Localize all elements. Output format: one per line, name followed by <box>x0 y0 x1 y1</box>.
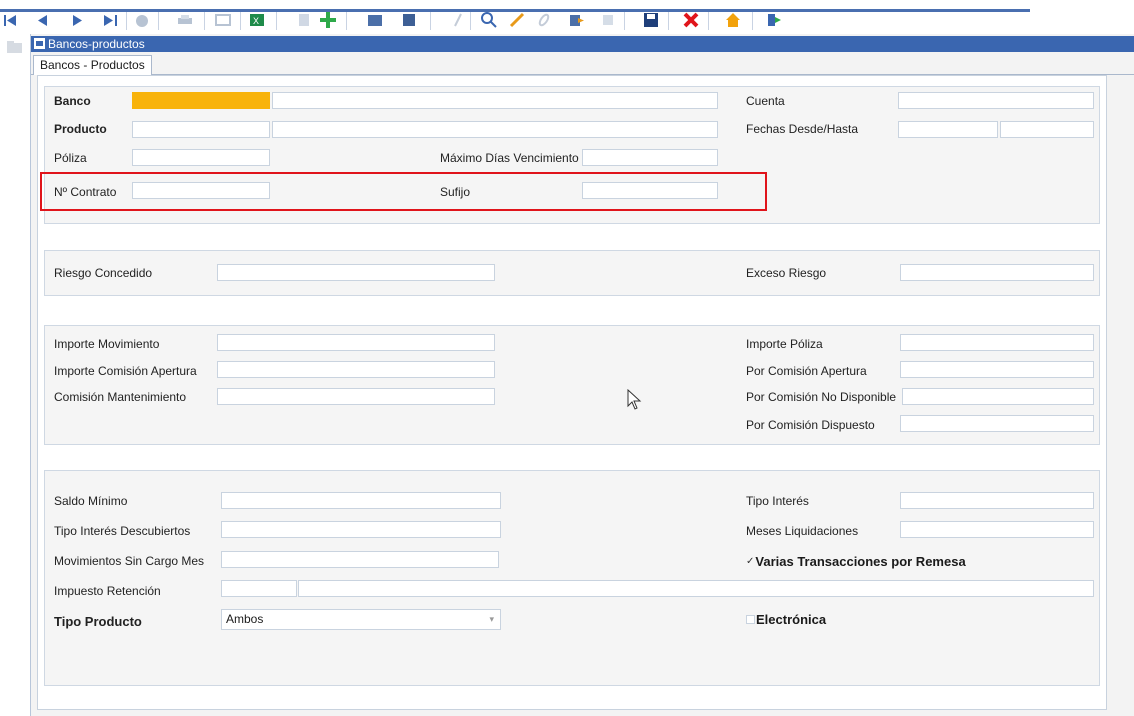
tipo-producto-value: Ambos <box>226 612 264 626</box>
tipo-interes-descubiertos-input[interactable] <box>221 521 501 538</box>
meses-liquidaciones-label: Meses Liquidaciones <box>746 524 859 538</box>
first-record-icon[interactable] <box>2 10 18 30</box>
tipo-interes-descubiertos-label: Tipo Interés Descubiertos <box>54 524 191 538</box>
tab-bancos-productos[interactable]: Bancos - Productos <box>33 55 152 75</box>
fecha-hasta-input[interactable] <box>1000 121 1094 138</box>
exit-icon[interactable] <box>766 10 782 30</box>
chevron-down-icon[interactable]: ▾ <box>489 610 494 629</box>
poliza-input[interactable] <box>132 149 270 166</box>
varias-transacciones-checkbox[interactable]: ✓ Varias Transacciones por Remesa <box>746 554 966 569</box>
por-comision-no-disponible-label: Por Comisión No Disponible <box>746 390 897 404</box>
checkbox-box-icon <box>746 615 755 624</box>
edit-icon[interactable] <box>508 10 526 30</box>
last-record-icon[interactable] <box>102 10 120 30</box>
maximo-dias-input[interactable] <box>582 149 718 166</box>
impuesto-retencion-name-input[interactable] <box>298 580 1094 597</box>
check-icon: ✓ <box>746 556 755 567</box>
save-icon[interactable] <box>642 10 660 30</box>
preview-icon[interactable] <box>214 10 232 30</box>
tipo-producto-select[interactable]: Ambos ▾ <box>221 609 501 630</box>
add-icon[interactable] <box>318 10 338 30</box>
electronica-checkbox[interactable]: Electrónica <box>746 612 826 627</box>
riesgo-concedido-input[interactable] <box>217 264 495 281</box>
saldo-minimo-label: Saldo Mínimo <box>54 494 128 508</box>
importe-poliza-label: Importe Póliza <box>746 337 823 351</box>
importe-poliza-input[interactable] <box>900 334 1094 351</box>
importe-movimiento-input[interactable] <box>217 334 495 351</box>
copy-icon[interactable] <box>296 10 312 30</box>
poliza-label: Póliza <box>54 151 87 165</box>
folder-icon[interactable] <box>6 40 24 54</box>
excel-icon[interactable]: X <box>248 10 266 30</box>
producto-code-input[interactable] <box>132 121 270 138</box>
meses-liquidaciones-input[interactable] <box>900 521 1094 538</box>
tipo-interes-input[interactable] <box>900 492 1094 509</box>
por-comision-dispuesto-input[interactable] <box>900 415 1094 432</box>
save-list-icon[interactable] <box>366 10 384 30</box>
delete-icon[interactable] <box>682 10 700 30</box>
tipo-producto-label: Tipo Producto <box>54 614 142 629</box>
importe-comision-apertura-label: Importe Comisión Apertura <box>54 364 197 378</box>
search-icon[interactable] <box>480 10 498 30</box>
por-comision-dispuesto-label: Por Comisión Dispuesto <box>746 418 875 432</box>
varias-transacciones-label: Varias Transacciones por Remesa <box>755 554 966 569</box>
tipo-interes-label: Tipo Interés <box>746 494 809 508</box>
toolbar: X <box>0 0 1030 32</box>
mouse-cursor-icon <box>627 389 642 410</box>
por-comision-apertura-label: Por Comisión Apertura <box>746 364 867 378</box>
importe-comision-apertura-input[interactable] <box>217 361 495 378</box>
cuenta-label: Cuenta <box>746 94 785 108</box>
window-title: Bancos-productos <box>48 37 145 51</box>
por-comision-no-disponible-input[interactable] <box>902 388 1094 405</box>
banco-label: Banco <box>54 94 91 108</box>
banco-name-input[interactable] <box>272 92 718 109</box>
impuesto-retencion-label: Impuesto Retención <box>54 584 161 598</box>
filter-icon[interactable] <box>452 10 464 30</box>
comision-mantenimiento-input[interactable] <box>217 388 495 405</box>
chart-icon[interactable] <box>134 10 150 30</box>
link-icon[interactable] <box>536 10 552 30</box>
movimientos-sin-cargo-label: Movimientos Sin Cargo Mes <box>54 554 205 568</box>
saldo-minimo-input[interactable] <box>221 492 501 509</box>
banco-code-input[interactable] <box>132 92 270 109</box>
home-icon[interactable] <box>724 10 742 30</box>
left-gutter <box>0 34 28 716</box>
book-icon[interactable] <box>400 10 418 30</box>
comision-mantenimiento-label: Comisión Mantenimiento <box>54 390 187 404</box>
next-record-icon[interactable] <box>70 10 86 30</box>
svg-text:X: X <box>253 16 259 26</box>
fecha-desde-input[interactable] <box>898 121 998 138</box>
highlight-box <box>40 172 767 211</box>
exceso-riesgo-label: Exceso Riesgo <box>746 266 827 280</box>
maximo-dias-label: Máximo Días Vencimiento <box>440 151 579 165</box>
prev-record-icon[interactable] <box>34 10 50 30</box>
cuenta-input[interactable] <box>898 92 1094 109</box>
importe-movimiento-label: Importe Movimiento <box>54 337 160 351</box>
riesgo-concedido-label: Riesgo Concedido <box>54 266 153 280</box>
exceso-riesgo-input[interactable] <box>900 264 1094 281</box>
export-icon[interactable] <box>568 10 586 30</box>
producto-label: Producto <box>54 122 107 136</box>
refresh-icon[interactable] <box>600 10 616 30</box>
por-comision-apertura-input[interactable] <box>900 361 1094 378</box>
print-icon[interactable] <box>176 10 194 30</box>
tab-strip <box>31 52 1134 75</box>
movimientos-sin-cargo-input[interactable] <box>221 551 499 568</box>
window-title-bar[interactable]: Bancos-productos <box>31 36 1134 52</box>
electronica-label: Electrónica <box>756 612 827 627</box>
fechas-label: Fechas Desde/Hasta <box>746 122 859 136</box>
producto-name-input[interactable] <box>272 121 718 138</box>
impuesto-retencion-code-input[interactable] <box>221 580 297 597</box>
window-icon <box>34 38 45 49</box>
